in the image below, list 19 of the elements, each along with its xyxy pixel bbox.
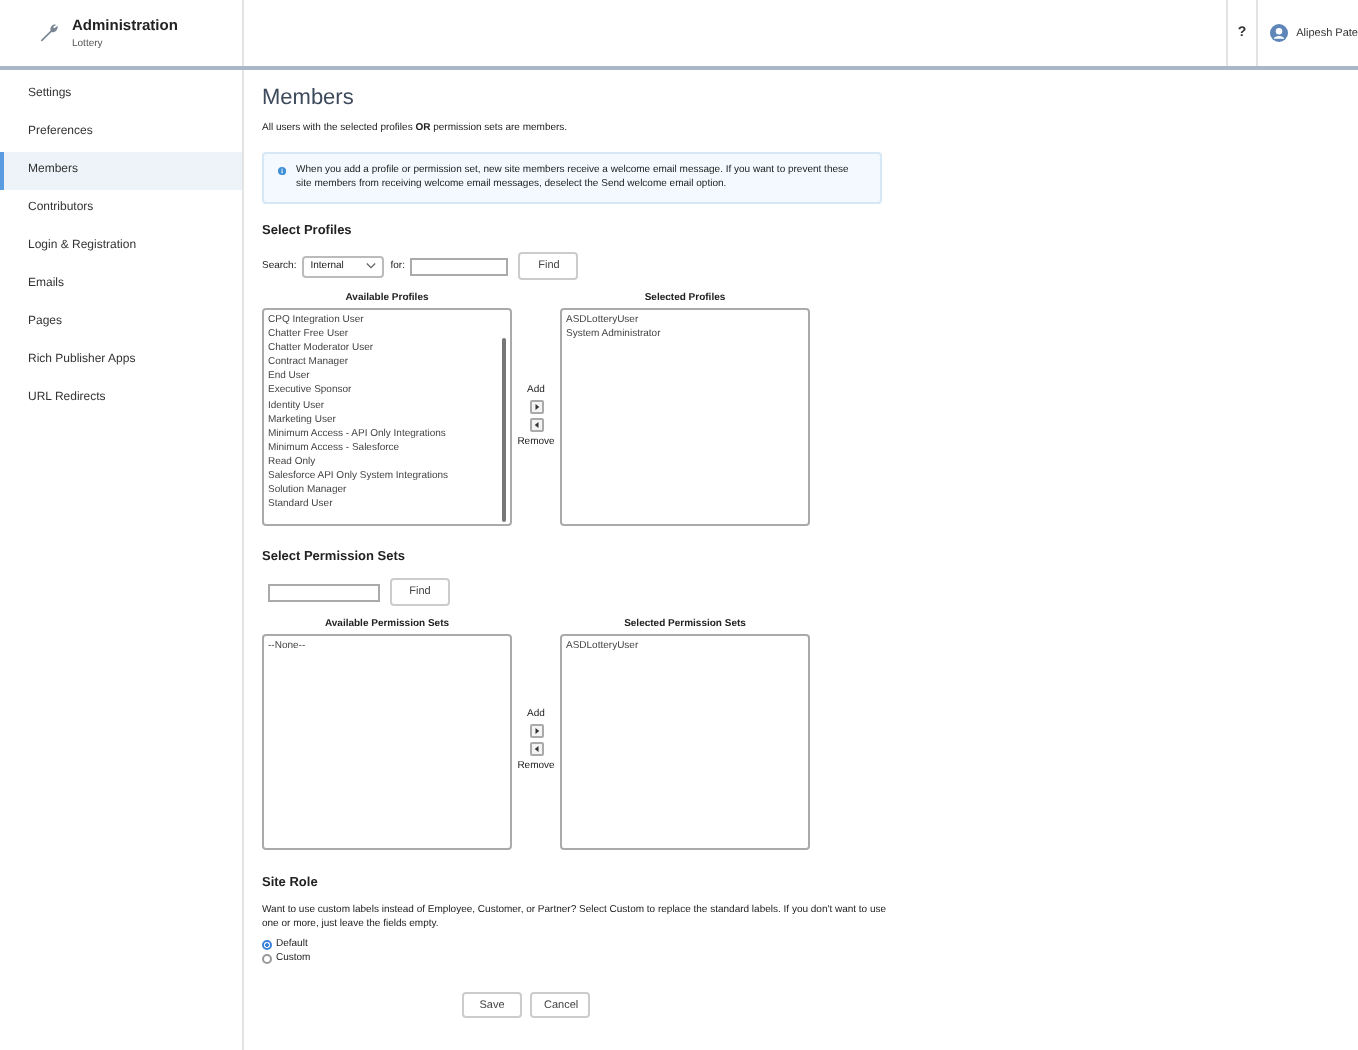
left-arrow-icon [533,746,539,752]
add-button[interactable] [529,399,543,413]
remove-button[interactable] [529,742,543,756]
right-arrow-icon [533,728,539,734]
chevron-icon [366,262,377,270]
add-button[interactable] [529,724,543,738]
search-field[interactable] [268,583,380,601]
available-list[interactable] [262,308,512,526]
wrench-icon [38,22,60,44]
page-title: Members [262,86,356,110]
remove-button[interactable] [529,417,543,431]
radio-button[interactable] [262,953,272,963]
radio-button[interactable] [262,939,272,949]
left-arrow-icon [533,421,539,427]
search-field[interactable] [410,257,509,275]
user-avatar-icon[interactable] [1270,24,1289,42]
right-arrow-icon [533,403,539,409]
info-icon [278,164,287,178]
scrollbar[interactable] [502,338,506,522]
